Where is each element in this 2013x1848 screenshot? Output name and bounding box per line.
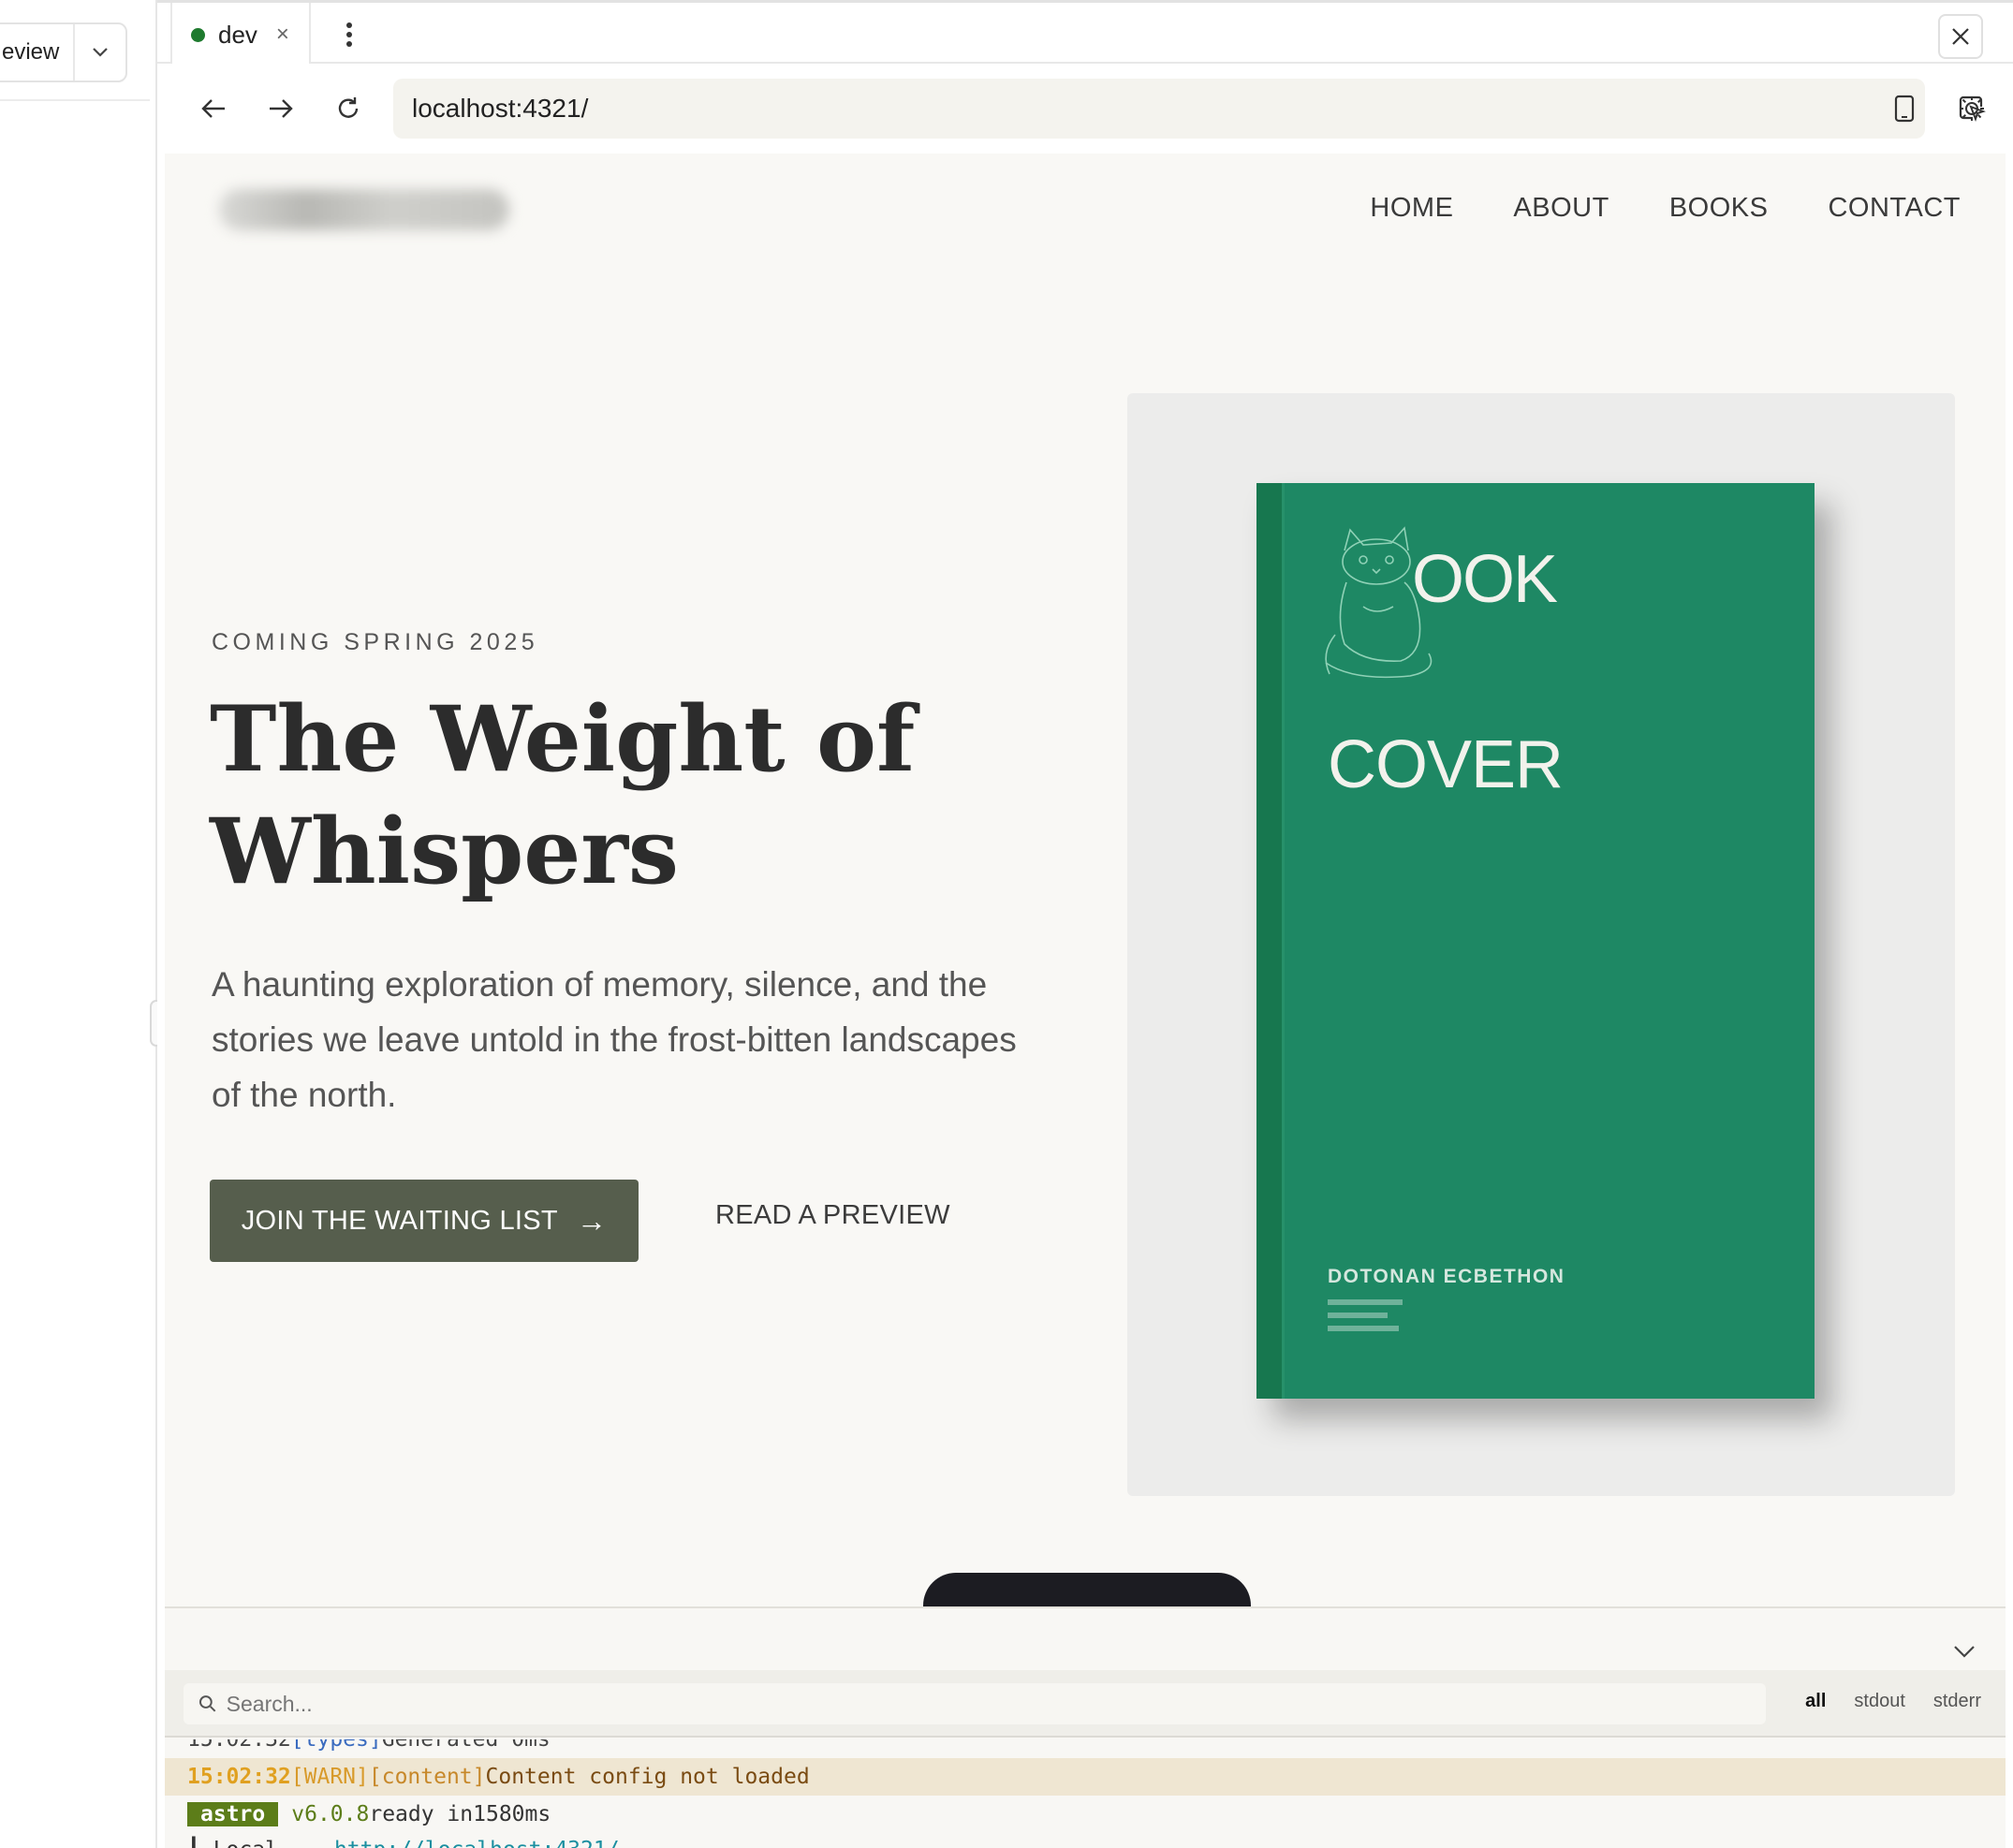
book-author: DOTONAN ECBETHON bbox=[1328, 1266, 1565, 1287]
reload-icon bbox=[338, 97, 359, 118]
astro-version: v6.0.8 bbox=[291, 1802, 370, 1826]
local-url-link[interactable]: http://localhost:4321/ bbox=[334, 1838, 620, 1848]
log-time: 15:02:32 bbox=[187, 1739, 291, 1752]
console-log: 15:02:32 [types] Generated 0ms 15:02:32 … bbox=[165, 1739, 2006, 1848]
arrow-right-icon bbox=[270, 99, 293, 118]
tab-bar: dev × bbox=[157, 0, 2013, 66]
book-description: A haunting exploration of memory, silenc… bbox=[212, 965, 1017, 1114]
log-line-local: ┃ Local http://localhost:4321/ bbox=[165, 1831, 2006, 1848]
book-cover-image: OOK COVER DOTONAN ECBETHON bbox=[1256, 483, 1815, 1399]
log-time: 15:02:32 bbox=[187, 1765, 291, 1789]
chevron-down-icon bbox=[1954, 1646, 1975, 1658]
filter-all[interactable]: all bbox=[1805, 1691, 1826, 1712]
ready-time-value: 1580 bbox=[473, 1802, 525, 1826]
log-tag: [types] bbox=[290, 1739, 382, 1752]
close-window-button[interactable] bbox=[1938, 14, 1983, 59]
status-dot-icon bbox=[191, 27, 205, 42]
read-preview-link[interactable]: READ A PREVIEW bbox=[715, 1200, 950, 1231]
nav-contact[interactable]: CONTACT bbox=[1828, 193, 1961, 224]
book-title-line-2: COVER bbox=[1328, 727, 1564, 802]
log-message: ready in bbox=[369, 1802, 474, 1826]
inspect-button[interactable] bbox=[1949, 86, 1994, 131]
log-level: [WARN] bbox=[290, 1765, 369, 1789]
log-line-ready: astro v6.0.8 ready in 1580 ms bbox=[165, 1796, 2006, 1833]
reload-button[interactable] bbox=[326, 86, 371, 131]
book-headline: The Weight of Whispers bbox=[210, 683, 1052, 908]
console-toolbar: all stdout stderr bbox=[165, 1670, 2006, 1738]
book-spine bbox=[1256, 483, 1285, 1399]
more-options-icon[interactable] bbox=[335, 18, 363, 51]
mobile-device-icon bbox=[1894, 95, 1915, 123]
filter-stdout[interactable]: stdout bbox=[1854, 1691, 1904, 1712]
release-eyebrow: COMING SPRING 2025 bbox=[212, 629, 539, 655]
collapse-console-button[interactable] bbox=[1947, 1635, 1981, 1668]
browser-window: dev × localhost:4321/ HOME ABOUT BOOKS C… bbox=[157, 0, 2013, 1848]
tab-dev[interactable]: dev × bbox=[170, 3, 311, 66]
site-nav: HOME ABOUT BOOKS CONTACT bbox=[1370, 193, 1961, 224]
app-root: eview dev × localhost:4321/ HOME ABOUT B… bbox=[0, 0, 2013, 1848]
preview-select[interactable]: eview bbox=[0, 22, 127, 82]
search-icon bbox=[198, 1695, 216, 1712]
log-line-warning: 15:02:32 [WARN] [content] Content config… bbox=[165, 1758, 2006, 1796]
nav-home[interactable]: HOME bbox=[1370, 193, 1453, 224]
console-panel: all stdout stderr 15:02:32 [types] Gener… bbox=[165, 1606, 2006, 1848]
forward-button[interactable] bbox=[258, 86, 303, 131]
local-label: ┃ Local bbox=[187, 1838, 278, 1848]
address-bar[interactable] bbox=[393, 79, 1925, 139]
log-message: Content config not loaded bbox=[485, 1765, 810, 1789]
close-icon bbox=[1952, 28, 1969, 45]
left-panel: eview bbox=[0, 0, 157, 1848]
site-logo-blurred[interactable] bbox=[219, 189, 509, 230]
filter-stderr[interactable]: stderr bbox=[1933, 1691, 1981, 1712]
book-fineprint bbox=[1328, 1299, 1412, 1339]
log-line-types: 15:02:32 [types] Generated 0ms bbox=[165, 1739, 2006, 1758]
arrow-right-icon: → bbox=[576, 1203, 608, 1238]
console-search-input[interactable] bbox=[226, 1691, 1766, 1717]
log-context: [content] bbox=[368, 1765, 486, 1789]
chevron-down-icon[interactable] bbox=[73, 24, 125, 81]
headline-line-2: Whispers bbox=[210, 799, 679, 904]
back-button[interactable] bbox=[191, 86, 236, 131]
left-divider bbox=[0, 99, 150, 101]
url-input[interactable] bbox=[412, 94, 1925, 124]
nav-about[interactable]: ABOUT bbox=[1513, 193, 1609, 224]
dev-toolbar[interactable] bbox=[923, 1573, 1251, 1606]
console-filters: all stdout stderr bbox=[1805, 1691, 1981, 1712]
tab-close-icon[interactable]: × bbox=[276, 22, 289, 48]
navigation-bar bbox=[157, 64, 2013, 154]
ready-time-unit: ms bbox=[524, 1802, 551, 1826]
device-toggle-button[interactable] bbox=[1882, 86, 1927, 131]
join-waiting-list-button[interactable]: JOIN THE WAITING LIST → bbox=[210, 1180, 639, 1262]
nav-books[interactable]: BOOKS bbox=[1669, 193, 1769, 224]
website-viewport: HOME ABOUT BOOKS CONTACT COMING SPRING 2… bbox=[165, 154, 2006, 1606]
tab-title: dev bbox=[218, 20, 257, 49]
log-message: Generated 0ms bbox=[381, 1739, 551, 1752]
console-search[interactable] bbox=[184, 1683, 1766, 1724]
arrow-left-icon bbox=[201, 99, 225, 118]
astro-badge: astro bbox=[187, 1802, 279, 1826]
join-waiting-list-label: JOIN THE WAITING LIST bbox=[241, 1205, 558, 1236]
book-title-line-1: OOK bbox=[1412, 542, 1558, 617]
inspect-cursor-icon bbox=[1959, 95, 1986, 122]
preview-select-label: eview bbox=[2, 39, 60, 65]
headline-line-1: The Weight of bbox=[210, 686, 916, 792]
